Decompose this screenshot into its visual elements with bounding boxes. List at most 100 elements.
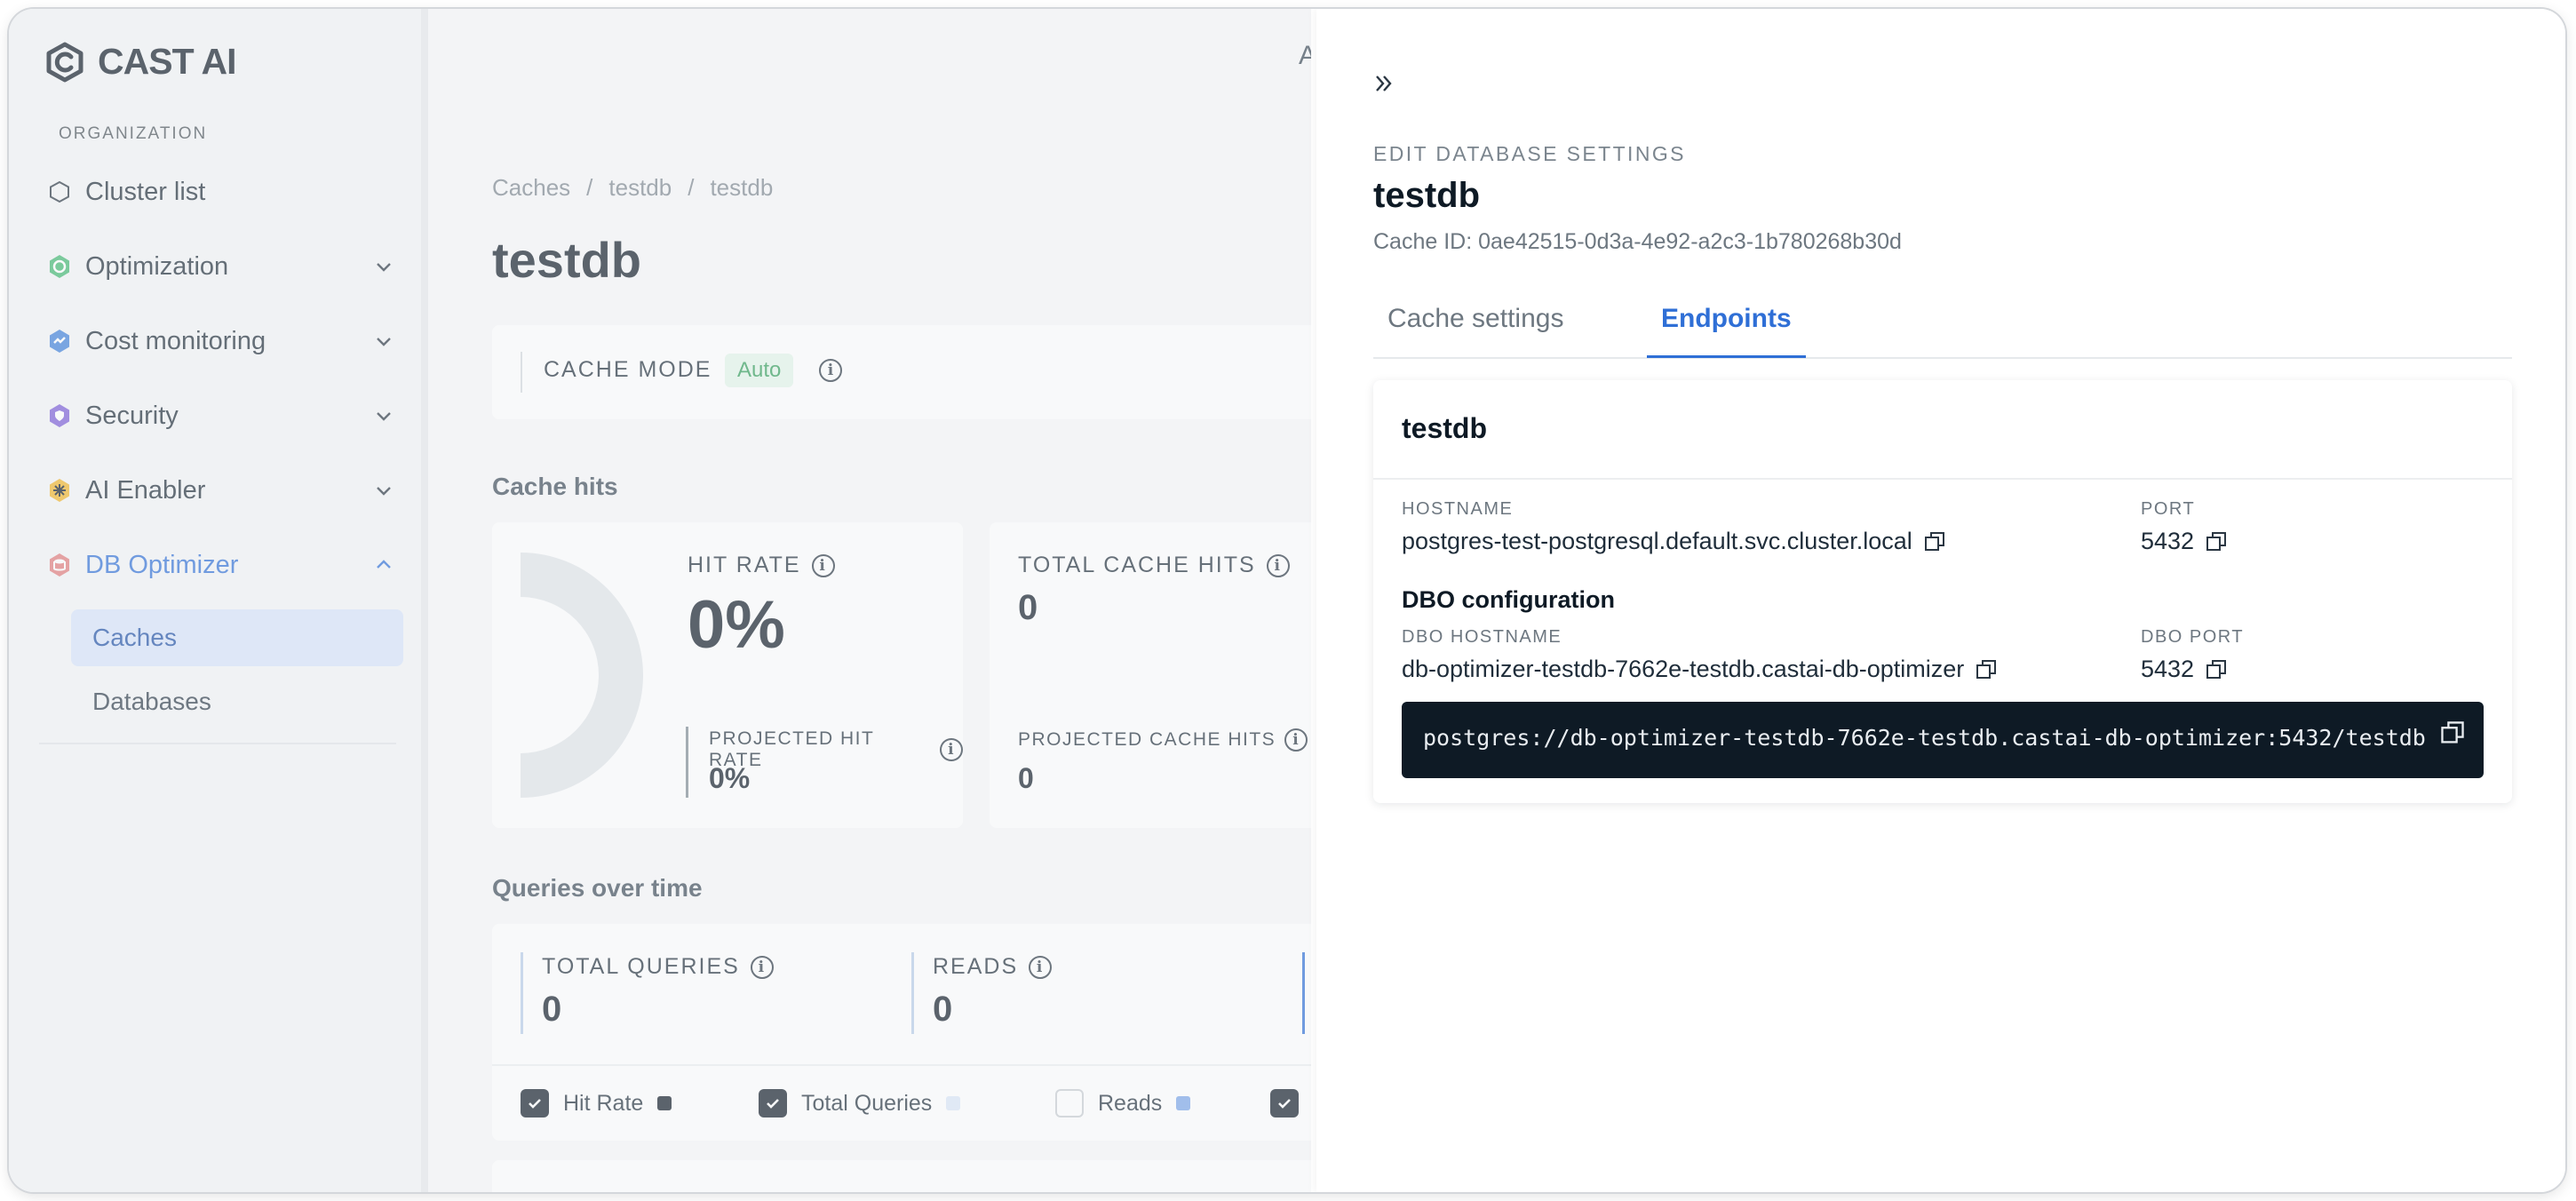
- total-cache-hits-card: TOTAL CACHE HITS i 0 PROJECTED CACHE HIT…: [990, 522, 1311, 828]
- info-icon[interactable]: i: [819, 359, 842, 382]
- sidebar-subitem-databases[interactable]: Databases: [71, 673, 403, 730]
- legend-hit-rate[interactable]: Hit Rate: [521, 1089, 672, 1117]
- chevron-down-icon[interactable]: [373, 330, 394, 352]
- total-queries-divider: [521, 952, 523, 1034]
- total-queries-label-text: TOTAL QUERIES: [542, 954, 740, 979]
- checkbox-checked-icon[interactable]: [521, 1089, 549, 1117]
- main-edge: [421, 9, 428, 1192]
- cache-mode-label: CACHE MODE: [544, 357, 712, 382]
- app-window: CAST AI ORGANIZATION Cluster list Optimi…: [9, 9, 2565, 1192]
- main-content: Ac Caches / testdb / testdb testdb CACHE…: [421, 9, 1311, 1192]
- dbo-port-text: 5432: [2141, 656, 2195, 682]
- breadcrumb-separator: /: [586, 174, 593, 201]
- reads-label-text: READS: [933, 954, 1019, 979]
- breadcrumb-caches[interactable]: Caches: [492, 174, 570, 202]
- checkbox-unchecked-icon[interactable]: [1055, 1089, 1084, 1117]
- legend-total-queries[interactable]: Total Queries: [759, 1089, 961, 1117]
- breadcrumb-separator: /: [688, 174, 695, 201]
- info-icon[interactable]: i: [1029, 955, 1053, 979]
- port-value: 5432: [2141, 528, 2228, 555]
- tab-endpoints[interactable]: Endpoints: [1647, 304, 1806, 358]
- cache-mode-divider: [521, 352, 522, 393]
- drawer-kicker: EDIT DATABASE SETTINGS: [1373, 142, 1686, 165]
- copy-icon[interactable]: [2439, 720, 2466, 746]
- sidebar-item-label: Optimization: [85, 251, 229, 281]
- endpoint-card-header: testdb: [1373, 380, 2512, 480]
- info-icon[interactable]: i: [750, 955, 774, 979]
- edit-database-drawer: EDIT DATABASE SETTINGS testdb Cache ID: …: [1316, 9, 2565, 1192]
- security-icon: [44, 401, 75, 431]
- db-optimizer-icon: [44, 550, 75, 580]
- total-cache-hits-label: TOTAL CACHE HITS i: [1018, 553, 1290, 578]
- hit-rate-label-text: HIT RATE: [688, 553, 801, 577]
- sidebar-item-cost-monitoring[interactable]: Cost monitoring: [44, 314, 405, 368]
- cast-ai-logo-icon: [46, 42, 83, 82]
- copy-icon[interactable]: [2205, 658, 2228, 681]
- legend-reads[interactable]: Reads: [1055, 1089, 1191, 1117]
- sidebar-item-label: Security: [85, 401, 179, 430]
- total-cache-hits-value: 0: [1018, 588, 1038, 627]
- copy-icon[interactable]: [1923, 530, 1946, 553]
- tab-cache-settings[interactable]: Cache settings: [1373, 304, 1578, 355]
- projected-hit-rate-value: 0%: [709, 762, 751, 794]
- collapse-drawer-button[interactable]: [1366, 66, 1402, 101]
- legend-swatch: [946, 1096, 961, 1110]
- checkbox-checked-icon[interactable]: [1270, 1089, 1299, 1117]
- sidebar-item-cluster-list[interactable]: Cluster list: [44, 165, 405, 219]
- writes-divider: [1302, 952, 1305, 1034]
- info-icon[interactable]: i: [1266, 553, 1290, 577]
- port-text: 5432: [2141, 528, 2195, 554]
- info-icon[interactable]: i: [811, 553, 835, 577]
- cost-monitoring-icon: [44, 326, 75, 356]
- hexagon-icon: [44, 177, 75, 207]
- legend-writes[interactable]: [1270, 1089, 1299, 1117]
- total-queries-label: TOTAL QUERIES i: [542, 954, 774, 980]
- info-icon[interactable]: i: [1284, 728, 1308, 752]
- connection-string-box[interactable]: postgres://db-optimizer-testdb-7662e-tes…: [1402, 702, 2484, 778]
- sidebar-item-ai-enabler[interactable]: AI Enabler: [44, 464, 405, 517]
- dbo-hostname-label: DBO HOSTNAME: [1402, 627, 1562, 647]
- queries-chart-card: [492, 1160, 1311, 1192]
- cache-hits-title: Cache hits: [492, 473, 618, 500]
- chevron-up-icon[interactable]: [373, 554, 394, 576]
- hit-rate-donut: [521, 553, 643, 798]
- copy-icon[interactable]: [1975, 658, 1998, 681]
- dbo-hostname-value: db-optimizer-testdb-7662e-testdb.castai-…: [1402, 656, 1998, 683]
- queries-over-time-title: Queries over time: [492, 874, 703, 902]
- connection-string: postgres://db-optimizer-testdb-7662e-tes…: [1423, 725, 2426, 751]
- checkbox-checked-icon[interactable]: [759, 1089, 787, 1117]
- hostname-text: postgres-test-postgresql.default.svc.clu…: [1402, 528, 1912, 554]
- top-action-cut[interactable]: Ac: [1299, 41, 1311, 71]
- projected-cache-hits-label-text: PROJECTED CACHE HITS: [1018, 729, 1276, 750]
- sidebar-item-label: DB Optimizer: [85, 550, 239, 579]
- reads-label: READS i: [933, 954, 1053, 980]
- brand-logo[interactable]: CAST AI: [44, 41, 236, 83]
- hit-rate-label: HIT RATE i: [688, 553, 835, 578]
- endpoint-card: testdb HOSTNAME postgres-test-postgresql…: [1373, 380, 2512, 803]
- reads-value: 0: [933, 990, 953, 1029]
- drawer-title: testdb: [1373, 176, 1480, 215]
- chevron-down-icon[interactable]: [373, 256, 394, 277]
- legend-label: Hit Rate: [563, 1090, 644, 1116]
- chart-legend: Hit Rate Total Queries Reads: [492, 1064, 1311, 1142]
- copy-icon[interactable]: [2205, 530, 2228, 553]
- chevrons-right-icon: [1376, 76, 1392, 91]
- chevron-down-icon[interactable]: [373, 480, 394, 501]
- sidebar-item-security[interactable]: Security: [44, 389, 405, 442]
- sidebar-item-label: Cluster list: [85, 177, 206, 206]
- sidebar-item-db-optimizer[interactable]: DB Optimizer: [44, 538, 405, 592]
- sidebar-item-optimization[interactable]: Optimization: [44, 240, 405, 293]
- projected-cache-hits-value: 0: [1018, 762, 1034, 794]
- drawer-tabs: Cache settings Endpoints: [1373, 290, 2512, 359]
- ai-enabler-icon: [44, 475, 75, 505]
- page-title: testdb: [492, 232, 641, 288]
- sidebar-subitem-caches[interactable]: Caches: [71, 609, 403, 666]
- dbo-port-value: 5432: [2141, 656, 2228, 683]
- chevron-down-icon[interactable]: [373, 405, 394, 426]
- optimization-icon: [44, 251, 75, 282]
- brand-name: CAST AI: [98, 41, 236, 82]
- info-icon[interactable]: i: [940, 738, 963, 761]
- breadcrumb-database[interactable]: testdb: [608, 174, 672, 202]
- dbo-configuration-title: DBO configuration: [1402, 586, 1615, 613]
- hit-rate-card: HIT RATE i 0% PROJECTED HIT RATE i 0%: [492, 522, 963, 828]
